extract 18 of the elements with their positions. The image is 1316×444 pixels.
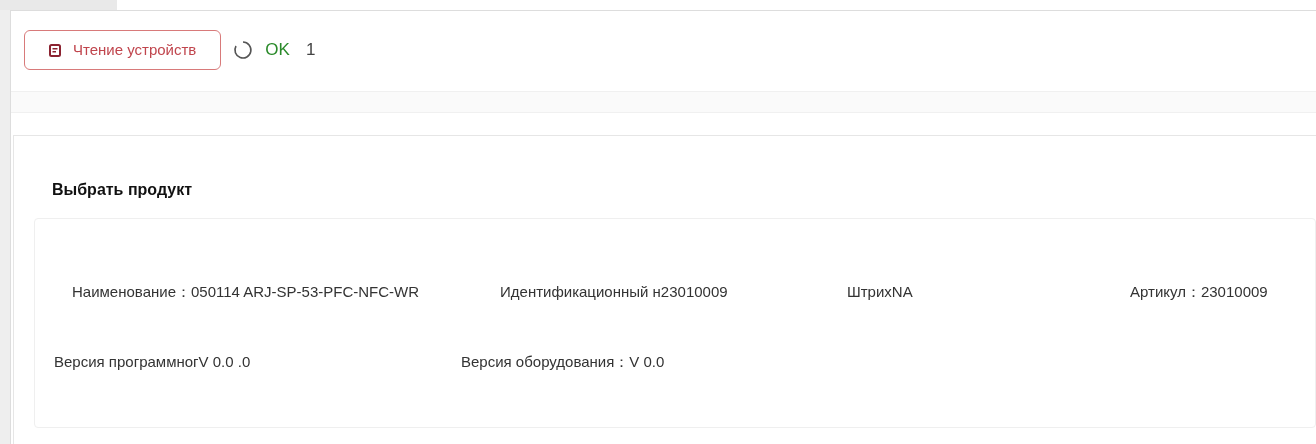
field-value: V 0.0 <box>629 352 665 372</box>
field-value: 050114 ARJ-SP-53-PFC-NFC-WR <box>191 281 420 302</box>
read-device-button[interactable]: Чтение устройств <box>24 30 222 70</box>
field-label: Штрих <box>847 281 892 302</box>
field-value: 23010009 <box>660 281 728 302</box>
status-text: OK <box>265 39 290 62</box>
field-value: V 0.0 .0 <box>198 352 251 372</box>
loading-spinner-icon <box>233 40 254 60</box>
field-label: Артикул： <box>1130 281 1201 302</box>
document-icon <box>49 43 61 57</box>
field-value: 23010009 <box>1200 281 1268 302</box>
field-label: Версия оборудования： <box>461 352 630 372</box>
field-label: Наименование： <box>72 281 191 302</box>
field-label: Идентификационный н <box>500 281 661 302</box>
section-title: Выбрать продукт <box>51 180 193 200</box>
count-text: 1 <box>305 39 316 62</box>
field-label: Версия программног <box>54 352 199 372</box>
field-value: NA <box>891 281 913 302</box>
